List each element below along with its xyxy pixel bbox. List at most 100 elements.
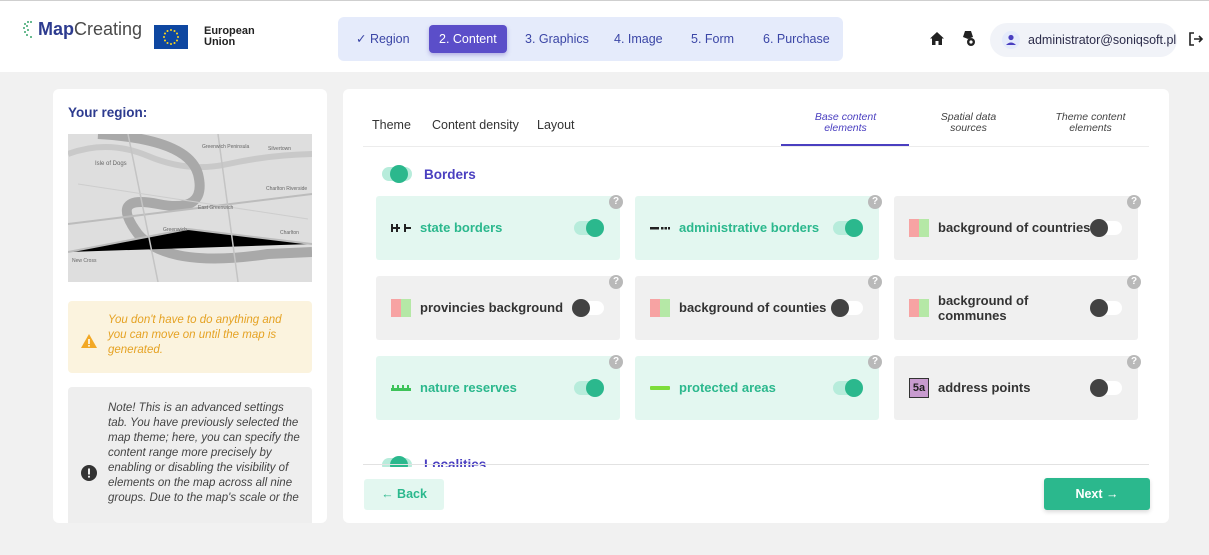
help-icon[interactable]: ? [868, 275, 882, 289]
tab-theme-content-elements[interactable]: Theme content elements [1043, 112, 1138, 134]
nature-reserve-icon [391, 378, 411, 398]
step-image[interactable]: 4. Image [604, 25, 673, 53]
element-label: administrative borders [679, 220, 820, 235]
element-card-provincies-background[interactable]: provincies background [376, 276, 620, 340]
step-content[interactable]: 2. Content [429, 25, 507, 53]
element-label: protected areas [679, 380, 776, 395]
settings-icon[interactable] [960, 30, 976, 47]
region-title: Your region: [68, 105, 148, 120]
element-toggle[interactable] [829, 218, 865, 238]
tab-theme[interactable]: Theme [372, 118, 411, 132]
element-toggle[interactable] [1088, 378, 1124, 398]
element-label: background of counties [679, 300, 827, 315]
logo-dots-icon [23, 20, 32, 38]
element-toggle[interactable] [1088, 298, 1124, 318]
element-card-address-points[interactable]: 5a address points [894, 356, 1138, 420]
user-menu[interactable]: administrator@soniqsoft.pl [990, 23, 1177, 57]
group-localities-header-partial: Localities [378, 455, 498, 467]
back-button[interactable]: ← Back [364, 479, 444, 510]
warning-text: You don't have to do anything and you ca… [108, 314, 282, 356]
warning-icon [81, 334, 97, 348]
element-card-nature-reserves[interactable]: nature reserves [376, 356, 620, 420]
map-label: New Cross [72, 258, 97, 264]
advanced-note: Note! This is an advanced settings tab. … [68, 387, 312, 523]
footer-divider [363, 464, 1149, 465]
element-card-background-of-counties[interactable]: background of counties [635, 276, 879, 340]
group-borders-header: Borders [378, 164, 476, 184]
help-icon[interactable]: ? [1127, 195, 1141, 209]
element-toggle[interactable] [829, 378, 865, 398]
user-email: administrator@soniqsoft.pl [1028, 33, 1177, 47]
map-label: Isle of Dogs [95, 161, 127, 167]
step-purchase[interactable]: 6. Purchase [753, 25, 840, 53]
wizard-steps: ✓ Region 2. Content 3. Graphics 4. Image… [338, 17, 843, 61]
element-toggle[interactable] [570, 378, 606, 398]
area-swatch-icon [391, 298, 411, 318]
eu-label: European Union [204, 25, 255, 48]
group-borders-toggle[interactable] [378, 164, 414, 184]
element-toggle[interactable] [570, 298, 606, 318]
help-icon[interactable]: ? [1127, 275, 1141, 289]
element-card-state-borders[interactable]: state borders [376, 196, 620, 260]
element-card-background-of-countries[interactable]: background of countries [894, 196, 1138, 260]
logout-icon[interactable] [1188, 31, 1204, 47]
element-label: nature reserves [420, 380, 517, 395]
map-image: Isle of Dogs Greenwich Peninsula Silvert… [68, 134, 312, 282]
help-icon[interactable]: ? [609, 195, 623, 209]
state-border-icon [391, 218, 411, 238]
tab-spatial-data-sources[interactable]: Spatial data sources [921, 112, 1016, 134]
element-toggle[interactable] [829, 298, 865, 318]
tab-layout[interactable]: Layout [537, 118, 575, 132]
protected-area-icon [650, 378, 670, 398]
map-label: Greenwich Peninsula [202, 144, 249, 150]
help-icon[interactable]: ? [609, 355, 623, 369]
region-map-preview[interactable]: Isle of Dogs Greenwich Peninsula Silvert… [68, 134, 312, 282]
admin-border-icon [650, 218, 670, 238]
info-warning: You don't have to do anything and you ca… [68, 301, 312, 373]
element-label: background of countries [938, 220, 1091, 235]
tab-content-density[interactable]: Content density [432, 118, 519, 132]
element-label: provincies background [420, 300, 564, 315]
content-panel: Theme Content density Layout Base conten… [343, 89, 1169, 523]
map-label: Greenwich [163, 227, 187, 233]
step-graphics[interactable]: 3. Graphics [515, 25, 599, 53]
map-label: Charlton Riverside [266, 186, 307, 192]
group-title: Borders [424, 166, 476, 182]
area-swatch-icon [909, 298, 929, 318]
logo-text: MapCreating [38, 19, 143, 39]
group-localities-toggle[interactable] [378, 455, 414, 467]
map-label: Charlton [280, 230, 299, 236]
element-toggle[interactable] [570, 218, 606, 238]
map-label: Silvertown [268, 146, 291, 152]
element-card-protected-areas[interactable]: protected areas [635, 356, 879, 420]
note-text: Note! This is an advanced settings tab. … [108, 402, 300, 504]
help-icon[interactable]: ? [868, 355, 882, 369]
element-toggle[interactable] [1088, 218, 1124, 238]
group-title: Localities [424, 457, 487, 467]
step-form[interactable]: 5. Form [681, 25, 744, 53]
home-icon[interactable] [929, 31, 945, 46]
region-panel: Your region: Isle of Dogs Greenwich Peni… [53, 89, 327, 523]
tabs-divider [363, 146, 1149, 147]
area-swatch-icon [909, 218, 929, 238]
element-label: state borders [420, 220, 503, 235]
element-card-administrative-borders[interactable]: administrative borders [635, 196, 879, 260]
area-swatch-icon [650, 298, 670, 318]
top-bar: MapCreating European Union ✓ Region 2. C… [0, 0, 1209, 72]
alert-icon [81, 465, 97, 481]
help-icon[interactable]: ? [1127, 355, 1141, 369]
address-point-icon: 5a [909, 378, 929, 398]
eu-flag-icon [154, 25, 188, 49]
map-label: East Greenwich [198, 205, 234, 211]
user-icon [1002, 31, 1020, 49]
element-card-background-of-communes[interactable]: background of communes [894, 276, 1138, 340]
help-icon[interactable]: ? [868, 195, 882, 209]
tab-base-content-elements[interactable]: Base content elements [798, 112, 893, 134]
help-icon[interactable]: ? [609, 275, 623, 289]
eu-badge: European Union [154, 25, 255, 49]
app-logo[interactable]: MapCreating [22, 19, 142, 40]
element-label: address points [938, 380, 1031, 395]
step-region[interactable]: ✓ Region [346, 25, 420, 53]
next-button[interactable]: Next → [1044, 478, 1150, 510]
element-label: background of communes [938, 293, 1029, 323]
